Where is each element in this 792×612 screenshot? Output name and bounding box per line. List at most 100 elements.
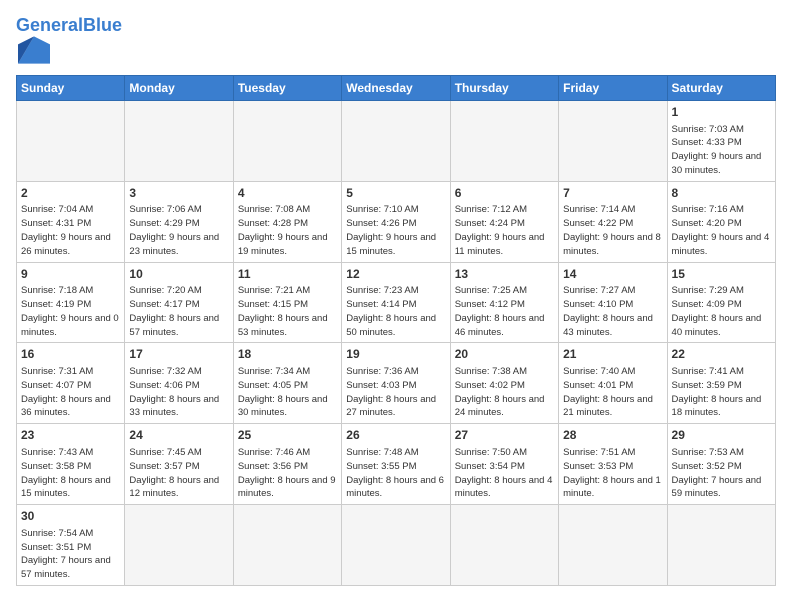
day-info: Sunrise: 7:43 AM Sunset: 3:58 PM Dayligh… [21, 446, 120, 501]
calendar-week-row: 23 Sunrise: 7:43 AM Sunset: 3:58 PM Dayli… [17, 424, 776, 505]
day-number: 4 [238, 185, 337, 202]
day-number: 19 [346, 346, 445, 363]
calendar-cell: 19 Sunrise: 7:36 AM Sunset: 4:03 PM Dayli… [342, 343, 450, 424]
day-number: 25 [238, 427, 337, 444]
day-info: Sunrise: 7:06 AM Sunset: 4:29 PM Dayligh… [129, 203, 228, 258]
day-number: 21 [563, 346, 662, 363]
weekday-header: Sunday [17, 75, 125, 100]
calendar-cell: 1Sunrise: 7:03 AM Sunset: 4:33 PM Daylig… [667, 100, 775, 181]
day-info: Sunrise: 7:54 AM Sunset: 3:51 PM Dayligh… [21, 527, 120, 582]
day-number: 20 [455, 346, 554, 363]
calendar-cell: 17Sunrise: 7:32 AM Sunset: 4:06 PM Dayli… [125, 343, 233, 424]
day-info: Sunrise: 7:41 AM Sunset: 3:59 PM Dayligh… [672, 365, 771, 420]
calendar-cell: 12Sunrise: 7:23 AM Sunset: 4:14 PM Dayli… [342, 262, 450, 343]
day-number: 18 [238, 346, 337, 363]
day-info: Sunrise: 7:50 AM Sunset: 3:54 PM Dayligh… [455, 446, 554, 501]
calendar-cell [233, 505, 341, 586]
day-number: 16 [21, 346, 120, 363]
calendar-cell: 13Sunrise: 7:25 AM Sunset: 4:12 PM Dayli… [450, 262, 558, 343]
calendar-table: SundayMondayTuesdayWednesdayThursdayFrid… [16, 75, 776, 586]
calendar-cell: 15Sunrise: 7:29 AM Sunset: 4:09 PM Dayli… [667, 262, 775, 343]
calendar-cell [233, 100, 341, 181]
logo: GeneralBlue [16, 16, 122, 69]
calendar-cell [450, 505, 558, 586]
day-number: 13 [455, 266, 554, 283]
calendar-header-row: SundayMondayTuesdayWednesdayThursdayFrid… [17, 75, 776, 100]
logo-blue: Blue [83, 15, 122, 35]
day-number: 10 [129, 266, 228, 283]
calendar-cell: 22 Sunrise: 7:41 AM Sunset: 3:59 PM Dayli… [667, 343, 775, 424]
calendar-cell [125, 100, 233, 181]
weekday-header: Wednesday [342, 75, 450, 100]
day-number: 11 [238, 266, 337, 283]
day-info: Sunrise: 7:27 AM Sunset: 4:10 PM Dayligh… [563, 284, 662, 339]
calendar-cell: 7Sunrise: 7:14 AM Sunset: 4:22 PM Daylig… [559, 181, 667, 262]
calendar-cell: 2Sunrise: 7:04 AM Sunset: 4:31 PM Daylig… [17, 181, 125, 262]
day-info: Sunrise: 7:29 AM Sunset: 4:09 PM Dayligh… [672, 284, 771, 339]
logo-text: GeneralBlue [16, 16, 122, 36]
calendar-cell: 4Sunrise: 7:08 AM Sunset: 4:28 PM Daylig… [233, 181, 341, 262]
calendar-cell: 20 Sunrise: 7:38 AM Sunset: 4:02 PM Dayli… [450, 343, 558, 424]
day-number: 3 [129, 185, 228, 202]
day-number: 28 [563, 427, 662, 444]
day-number: 6 [455, 185, 554, 202]
day-number: 2 [21, 185, 120, 202]
weekday-header: Thursday [450, 75, 558, 100]
day-number: 8 [672, 185, 771, 202]
calendar-cell [559, 505, 667, 586]
calendar-cell: 29Sunrise: 7:53 AM Sunset: 3:52 PM Dayli… [667, 424, 775, 505]
calendar-cell: 11Sunrise: 7:21 AM Sunset: 4:15 PM Dayli… [233, 262, 341, 343]
day-info: Sunrise: 7:23 AM Sunset: 4:14 PM Dayligh… [346, 284, 445, 339]
calendar-cell [125, 505, 233, 586]
day-info: Sunrise: 7:38 AM Sunset: 4:02 PM Dayligh… [455, 365, 554, 420]
day-number: 30 [21, 508, 120, 525]
calendar-cell: 21 Sunrise: 7:40 AM Sunset: 4:01 PM Dayli… [559, 343, 667, 424]
calendar-week-row: 1Sunrise: 7:03 AM Sunset: 4:33 PM Daylig… [17, 100, 776, 181]
day-info: Sunrise: 7:10 AM Sunset: 4:26 PM Dayligh… [346, 203, 445, 258]
calendar-cell: 27Sunrise: 7:50 AM Sunset: 3:54 PM Dayli… [450, 424, 558, 505]
calendar-cell: 30 Sunrise: 7:54 AM Sunset: 3:51 PM Dayli… [17, 505, 125, 586]
calendar-cell: 28 Sunrise: 7:51 AM Sunset: 3:53 PM Dayli… [559, 424, 667, 505]
day-info: Sunrise: 7:21 AM Sunset: 4:15 PM Dayligh… [238, 284, 337, 339]
weekday-header: Monday [125, 75, 233, 100]
calendar-week-row: 2Sunrise: 7:04 AM Sunset: 4:31 PM Daylig… [17, 181, 776, 262]
day-info: Sunrise: 7:36 AM Sunset: 4:03 PM Dayligh… [346, 365, 445, 420]
calendar-cell: 9Sunrise: 7:18 AM Sunset: 4:19 PM Daylig… [17, 262, 125, 343]
calendar-cell: 14Sunrise: 7:27 AM Sunset: 4:10 PM Dayli… [559, 262, 667, 343]
calendar-week-row: 16Sunrise: 7:31 AM Sunset: 4:07 PM Dayli… [17, 343, 776, 424]
calendar-cell [667, 505, 775, 586]
calendar-cell: 10Sunrise: 7:20 AM Sunset: 4:17 PM Dayli… [125, 262, 233, 343]
day-number: 22 [672, 346, 771, 363]
calendar-cell: 25 Sunrise: 7:46 AM Sunset: 3:56 PM Dayli… [233, 424, 341, 505]
day-number: 17 [129, 346, 228, 363]
day-info: Sunrise: 7:45 AM Sunset: 3:57 PM Dayligh… [129, 446, 228, 501]
day-info: Sunrise: 7:51 AM Sunset: 3:53 PM Dayligh… [563, 446, 662, 501]
day-info: Sunrise: 7:34 AM Sunset: 4:05 PM Dayligh… [238, 365, 337, 420]
calendar-cell: 3Sunrise: 7:06 AM Sunset: 4:29 PM Daylig… [125, 181, 233, 262]
calendar-week-row: 30 Sunrise: 7:54 AM Sunset: 3:51 PM Dayli… [17, 505, 776, 586]
day-number: 12 [346, 266, 445, 283]
calendar-cell: 18 Sunrise: 7:34 AM Sunset: 4:05 PM Dayli… [233, 343, 341, 424]
day-number: 7 [563, 185, 662, 202]
calendar-cell: 16Sunrise: 7:31 AM Sunset: 4:07 PM Dayli… [17, 343, 125, 424]
calendar-cell: 5Sunrise: 7:10 AM Sunset: 4:26 PM Daylig… [342, 181, 450, 262]
calendar-cell: 6Sunrise: 7:12 AM Sunset: 4:24 PM Daylig… [450, 181, 558, 262]
day-info: Sunrise: 7:20 AM Sunset: 4:17 PM Dayligh… [129, 284, 228, 339]
day-number: 15 [672, 266, 771, 283]
day-info: Sunrise: 7:14 AM Sunset: 4:22 PM Dayligh… [563, 203, 662, 258]
day-info: Sunrise: 7:18 AM Sunset: 4:19 PM Dayligh… [21, 284, 120, 339]
page-header: GeneralBlue [16, 12, 776, 69]
day-info: Sunrise: 7:46 AM Sunset: 3:56 PM Dayligh… [238, 446, 337, 501]
weekday-header: Tuesday [233, 75, 341, 100]
calendar-cell: 24Sunrise: 7:45 AM Sunset: 3:57 PM Dayli… [125, 424, 233, 505]
day-number: 9 [21, 266, 120, 283]
logo-general: General [16, 15, 83, 35]
weekday-header: Friday [559, 75, 667, 100]
day-number: 1 [672, 104, 771, 121]
calendar-cell: 8Sunrise: 7:16 AM Sunset: 4:20 PM Daylig… [667, 181, 775, 262]
day-number: 23 [21, 427, 120, 444]
day-info: Sunrise: 7:40 AM Sunset: 4:01 PM Dayligh… [563, 365, 662, 420]
calendar-cell [17, 100, 125, 181]
calendar-cell: 23 Sunrise: 7:43 AM Sunset: 3:58 PM Dayli… [17, 424, 125, 505]
calendar-cell [559, 100, 667, 181]
